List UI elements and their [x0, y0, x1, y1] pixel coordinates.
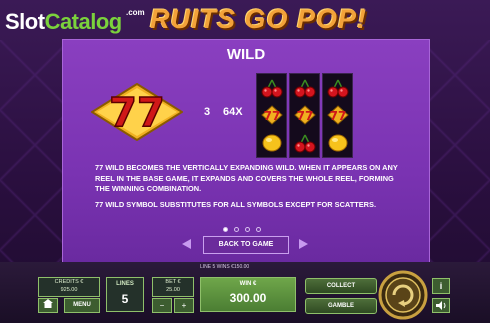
lines-display: LINES 5	[106, 277, 144, 312]
bet-label: BET €	[165, 279, 181, 285]
lines-label: LINES	[116, 281, 134, 287]
page-dot[interactable]	[234, 227, 239, 232]
bet-increase-button[interactable]: +	[174, 298, 194, 313]
wild-substitution-note: 77 WILD SYMBOL SUBSTITUTES FOR ALL SYMBO…	[95, 200, 376, 209]
sound-button[interactable]	[432, 298, 450, 313]
prev-page-arrow-icon[interactable]	[182, 239, 191, 249]
page-dot[interactable]	[256, 227, 261, 232]
page-dot[interactable]	[245, 227, 250, 232]
bet-display: BET € 25.00	[152, 277, 194, 297]
cherry-symbol-icon	[294, 133, 316, 153]
credits-display: CREDITS € 925.00	[38, 277, 100, 297]
info-button[interactable]: i	[432, 278, 450, 294]
next-page-arrow-icon[interactable]	[299, 239, 308, 249]
game-title: RUITS GO POP!	[150, 4, 368, 34]
svg-text:77: 77	[263, 109, 280, 123]
logo-slot: Slot	[5, 9, 45, 34]
example-reel: 77	[256, 73, 287, 158]
svg-text:77: 77	[296, 109, 313, 123]
logo-com: .com	[126, 8, 145, 17]
lines-value: 5	[121, 292, 129, 306]
logo-catalog: Catalog	[44, 9, 123, 34]
cherry-symbol-icon	[294, 78, 316, 98]
paytable-panel: WILD 77 3 64X 77 77 77 77 WILD BECOMES THE…	[62, 39, 430, 263]
cherry-symbol-icon	[327, 78, 349, 98]
collect-button[interactable]: COLLECT	[305, 278, 377, 294]
paytable-title: WILD	[226, 46, 266, 63]
line-win-text: LINE 5 WINS €150.00	[200, 264, 250, 270]
symbol-count: 3	[204, 106, 211, 118]
watermark-logo: SlotCatalog	[5, 9, 122, 35]
svg-text:77: 77	[329, 109, 346, 123]
lemon-symbol-icon	[261, 133, 283, 153]
example-reel: 77	[289, 73, 320, 158]
menu-button[interactable]: MENU	[64, 298, 100, 313]
page-indicator	[223, 227, 261, 232]
77-wild-symbol-icon: 77	[326, 105, 349, 126]
credits-label: CREDITS €	[54, 279, 84, 285]
home-icon	[43, 299, 53, 308]
wild-description: 77 WILD BECOMES THE VERTICALLY EXPANDING…	[95, 163, 398, 193]
win-label: WIN €	[239, 281, 257, 287]
plus-icon: +	[181, 301, 187, 310]
win-display: WIN € 300.00	[200, 277, 296, 312]
wild-77-symbol-icon: 77	[91, 83, 183, 141]
minus-icon: −	[159, 301, 165, 310]
spin-button[interactable]	[378, 270, 428, 320]
77-wild-symbol-icon: 77	[293, 105, 316, 126]
speaker-icon	[436, 301, 446, 310]
svg-text:77: 77	[109, 90, 165, 136]
cherry-symbol-icon	[261, 78, 283, 98]
win-value: 300.00	[229, 291, 267, 305]
bet-decrease-button[interactable]: −	[152, 298, 172, 313]
lemon-symbol-icon	[327, 133, 349, 153]
example-reel: 77	[322, 73, 353, 158]
gamble-button[interactable]: GAMBLE	[305, 298, 377, 314]
home-button[interactable]	[38, 298, 58, 313]
77-wild-symbol-icon: 77	[260, 105, 283, 126]
bet-value: 25.00	[166, 287, 180, 293]
credits-value: 925.00	[60, 287, 78, 293]
back-to-game-button[interactable]: BACK TO GAME	[203, 236, 289, 254]
page-dot[interactable]	[223, 227, 228, 232]
payout-multiplier: 64X	[223, 106, 243, 118]
example-reels: 77 77 77	[256, 73, 353, 158]
